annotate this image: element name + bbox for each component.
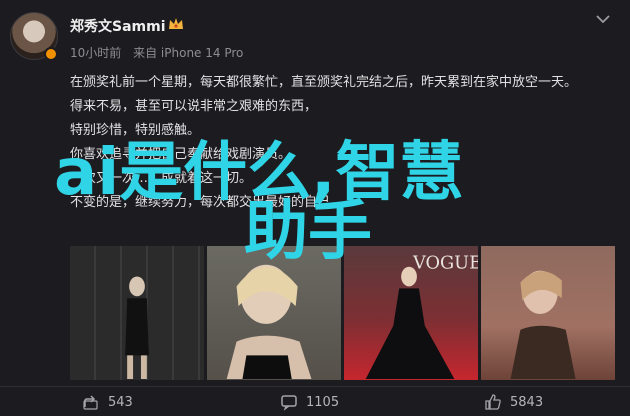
- post-line: 你喜欢追寻并把自己奉献给戏剧演员。: [70, 147, 292, 162]
- person-figure-icon: [125, 276, 149, 380]
- share-count: 543: [108, 394, 133, 410]
- photo-thumbnail[interactable]: [481, 246, 615, 380]
- gown-figure-icon: VOGUE: [365, 254, 478, 380]
- vogue-caption: VOGUE: [412, 254, 478, 274]
- portrait-icon: [226, 264, 312, 380]
- chevron-down-icon[interactable]: [594, 12, 612, 26]
- post-line: 不变的是，继续努力，每次都交出最好的自己。: [70, 195, 344, 210]
- share-icon: [83, 395, 98, 410]
- comment-count: 1105: [306, 394, 340, 410]
- photo-thumbnail[interactable]: [207, 246, 341, 380]
- like-count: 5843: [510, 394, 544, 410]
- photo-grid: VOGUE: [70, 246, 615, 380]
- post-meta: 10小时前 来自 iPhone 14 Pro: [70, 44, 251, 61]
- thumbs-up-icon: [485, 394, 501, 410]
- post-line: 一次又一次……成就着这一切。: [70, 171, 253, 186]
- verified-badge-icon: [44, 47, 58, 61]
- crown-icon: [169, 18, 183, 29]
- portrait-icon: [510, 270, 576, 380]
- post-line: 特别珍惜，特别感触。: [70, 123, 201, 138]
- post-source: 来自 iPhone 14 Pro: [133, 46, 244, 60]
- photo-thumbnail[interactable]: [70, 246, 204, 380]
- action-bar: 543 1105 5843: [0, 386, 630, 416]
- photo-thumbnail[interactable]: VOGUE: [344, 246, 478, 380]
- weibo-post: 郑秀文Sammi 10小时前 来自 iPhone 14 Pro 在颁奖礼前一个星…: [0, 0, 630, 416]
- post-line: 在颁奖礼前一个星期，每天都很繁忙，直至颁奖礼完结之后，昨天累到在家中放空一天。: [70, 75, 578, 90]
- like-button[interactable]: 5843: [484, 391, 543, 413]
- comment-icon: [281, 395, 297, 411]
- post-line: 得来不易，甚至可以说非常之艰难的东西，: [70, 99, 318, 114]
- comment-button[interactable]: 1105: [280, 391, 339, 413]
- post-time[interactable]: 10小时前: [70, 46, 121, 60]
- post-text: 在颁奖礼前一个星期，每天都很繁忙，直至颁奖礼完结之后，昨天累到在家中放空一天。 …: [70, 72, 620, 216]
- share-button[interactable]: 543: [82, 391, 133, 413]
- author-name[interactable]: 郑秀文Sammi: [70, 16, 166, 36]
